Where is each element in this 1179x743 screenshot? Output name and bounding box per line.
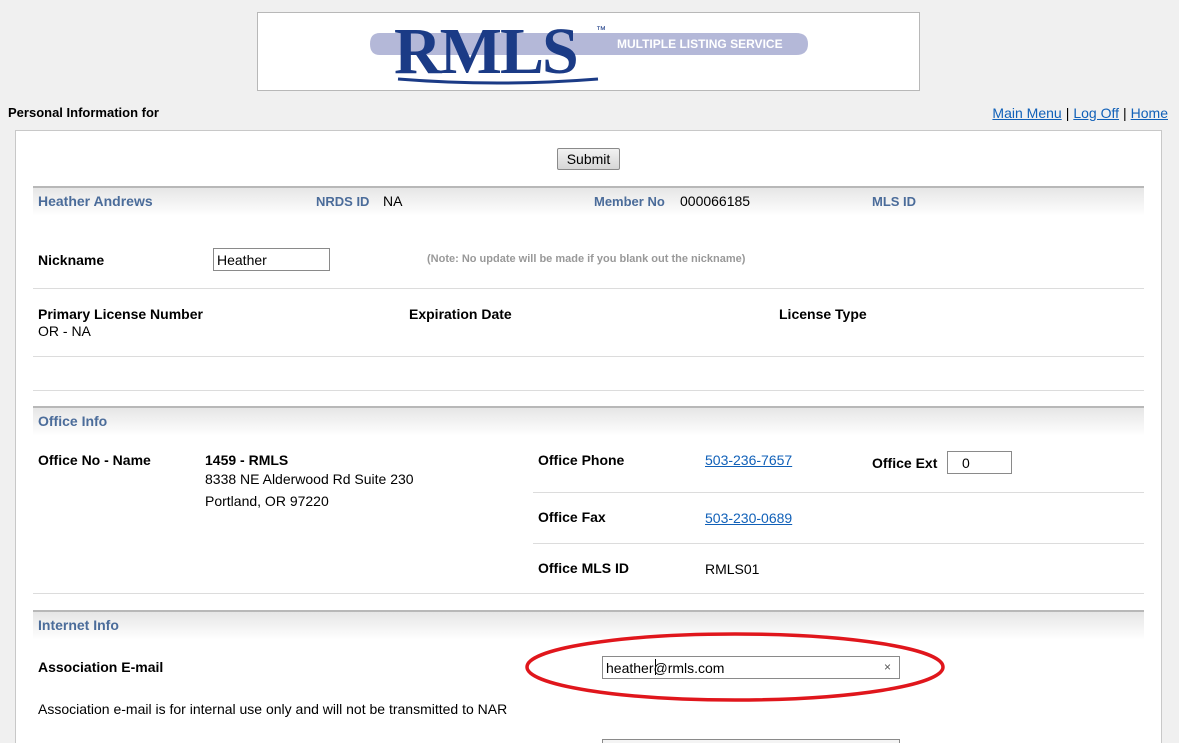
office-mls-id-value: RMLS01 — [705, 561, 760, 577]
main-menu-link[interactable]: Main Menu — [992, 105, 1061, 121]
logo-brand-text: RMLS — [394, 15, 577, 88]
office-ext-label: Office Ext — [872, 455, 938, 471]
office-phone-link[interactable]: 503-236-7657 — [705, 452, 792, 468]
expiration-date-label: Expiration Date — [409, 306, 512, 322]
rmls-logo: RMLS ™ MULTIPLE LISTING SERVICE — [257, 12, 920, 91]
log-off-link[interactable]: Log Off — [1073, 105, 1119, 121]
logo-trademark: ™ — [596, 25, 606, 36]
office-info-bar — [33, 406, 1144, 436]
office-address-line2: Portland, OR 97220 — [205, 493, 329, 509]
logo-tagline: MULTIPLE LISTING SERVICE — [617, 37, 783, 51]
nickname-note: (Note: No update will be made if you bla… — [427, 253, 746, 265]
member-name: Heather Andrews — [38, 193, 153, 209]
primary-license-value: OR - NA — [38, 323, 91, 339]
office-fax-label: Office Fax — [538, 509, 606, 525]
member-no-value: 000066185 — [680, 193, 751, 209]
row-divider — [533, 492, 1144, 493]
nickname-label: Nickname — [38, 252, 105, 268]
office-address-line1: 8338 NE Alderwood Rd Suite 230 — [205, 471, 414, 487]
member-no-label: Member No — [594, 194, 665, 209]
submit-button[interactable]: Submit — [557, 148, 620, 170]
member-header-bar — [33, 186, 1144, 216]
red-highlight-ellipse — [525, 632, 945, 702]
nrds-id-value: NA — [383, 193, 403, 209]
office-phone-label: Office Phone — [538, 452, 625, 468]
office-mls-id-label: Office MLS ID — [538, 560, 630, 576]
row-divider — [33, 356, 1144, 357]
license-type-label: License Type — [779, 306, 867, 322]
row-divider — [33, 593, 1144, 594]
row-divider — [533, 543, 1144, 544]
rmls-logo-graphic: RMLS ™ MULTIPLE LISTING SERVICE — [370, 15, 808, 88]
home-link[interactable]: Home — [1131, 105, 1168, 121]
office-fax-link[interactable]: 503-230-0689 — [705, 510, 792, 526]
office-no-name-value: 1459 - RMLS — [205, 452, 289, 468]
nav-separator: | — [1123, 105, 1127, 121]
association-email-note: Association e-mail is for internal use o… — [38, 701, 508, 717]
nrds-id-label: NRDS ID — [316, 194, 370, 209]
association-email-label: Association E-mail — [38, 659, 164, 675]
mls-id-label: MLS ID — [872, 194, 917, 209]
row-divider — [33, 288, 1144, 289]
row-divider — [33, 390, 1144, 391]
top-nav-links: Main Menu | Log Off | Home — [992, 105, 1168, 121]
office-no-name-label: Office No - Name — [38, 452, 151, 468]
highlight-ellipse-shape — [525, 632, 945, 702]
internet-info-title: Internet Info — [38, 617, 119, 633]
office-info-title: Office Info — [38, 413, 108, 429]
primary-license-label: Primary License Number — [38, 306, 203, 322]
nickname-input[interactable] — [213, 248, 330, 271]
page-heading: Personal Information for — [8, 105, 159, 120]
office-ext-input[interactable] — [947, 451, 1012, 474]
nav-separator: | — [1065, 105, 1070, 121]
next-input-field[interactable] — [602, 739, 900, 743]
page-root: RMLS ™ MULTIPLE LISTING SERVICE Personal… — [0, 0, 1179, 743]
